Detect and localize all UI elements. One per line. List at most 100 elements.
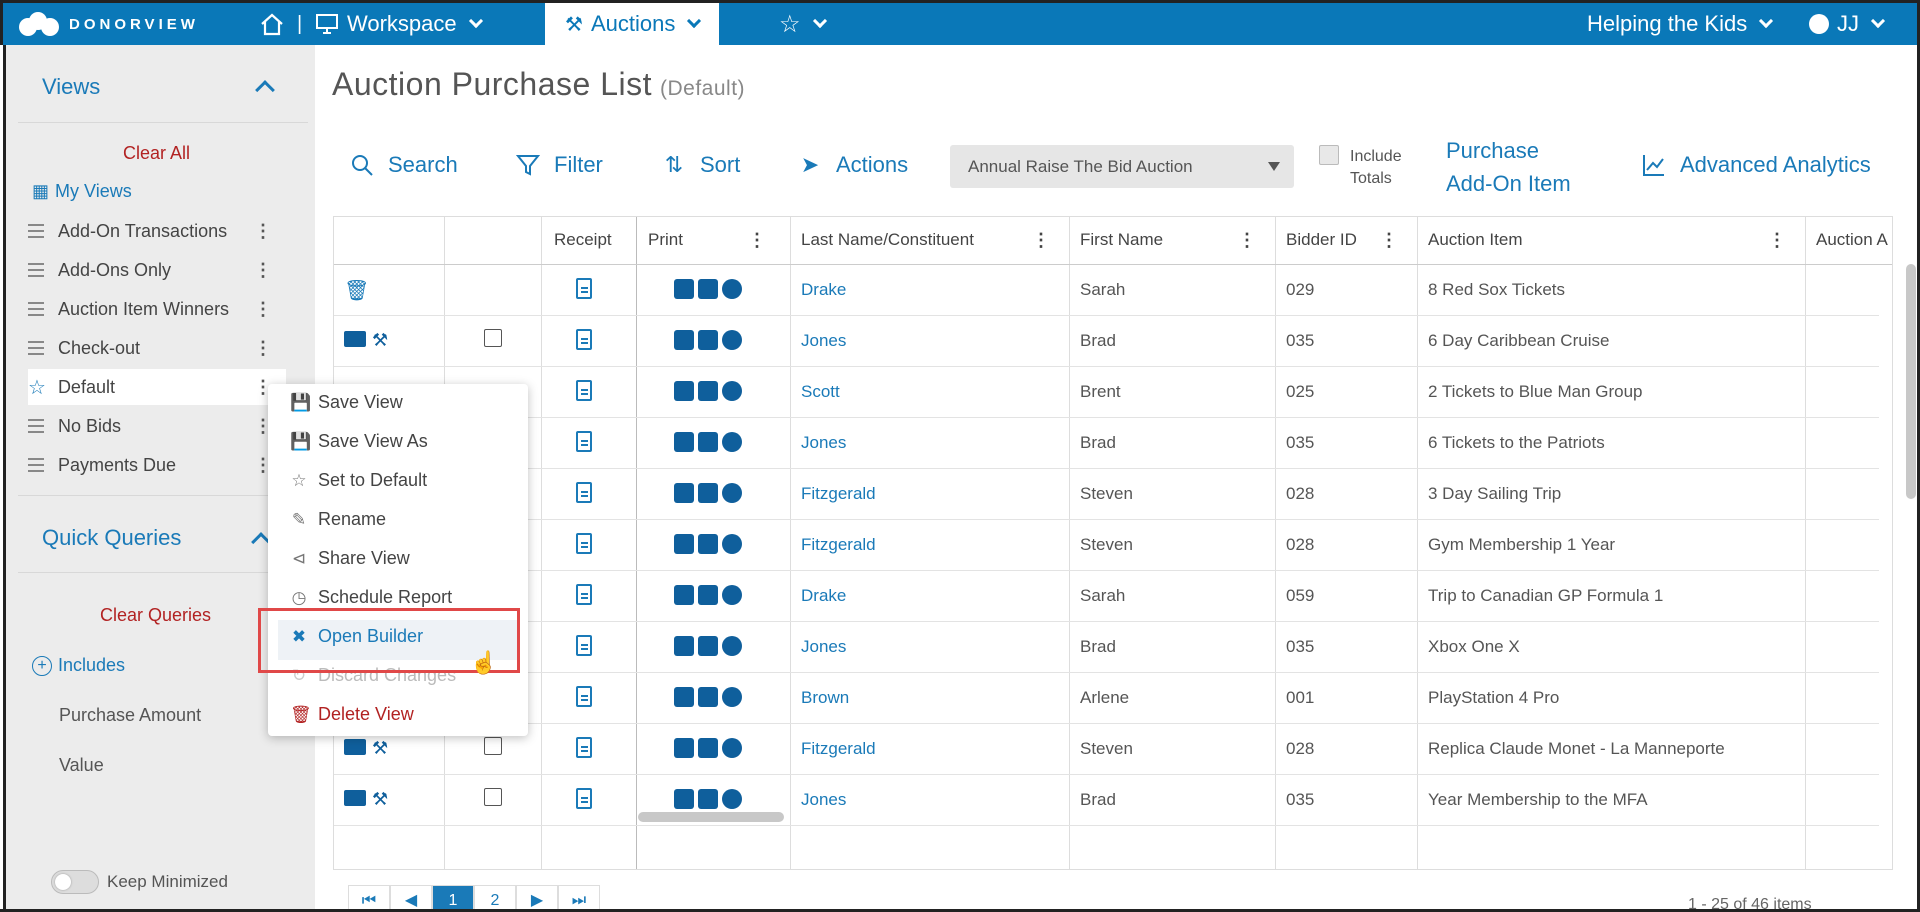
- drag-handle-icon[interactable]: [28, 341, 44, 355]
- includes-link[interactable]: + Includes: [32, 655, 125, 676]
- print-icons[interactable]: [674, 738, 742, 758]
- kebab-icon[interactable]: ⋮: [1768, 230, 1786, 251]
- receipt-icon[interactable]: [576, 380, 592, 401]
- kebab-icon[interactable]: ⋮: [254, 221, 272, 242]
- print-icons[interactable]: [674, 687, 742, 707]
- pdf-receipt-icon[interactable]: [576, 278, 592, 299]
- print-icons[interactable]: [674, 585, 742, 605]
- money-icon[interactable]: [344, 790, 366, 806]
- home-icon[interactable]: [259, 3, 285, 45]
- include-totals-checkbox[interactable]: [1319, 145, 1339, 165]
- badge-icon[interactable]: [722, 330, 742, 350]
- row-action-icons[interactable]: ⚒: [344, 790, 390, 808]
- newspaper-icon[interactable]: [698, 432, 718, 452]
- printer-icon[interactable]: [674, 381, 694, 401]
- keep-minimized-toggle[interactable]: [51, 870, 99, 894]
- printer-icon[interactable]: [674, 789, 694, 809]
- menu-share-view[interactable]: ⊲ Share View: [290, 548, 410, 569]
- drag-handle-icon[interactable]: [28, 458, 44, 472]
- kebab-icon[interactable]: ⋮: [254, 260, 272, 281]
- printer-icon[interactable]: [674, 687, 694, 707]
- row-action-icons[interactable]: ⚒: [344, 331, 390, 349]
- receipt-icon[interactable]: [576, 584, 592, 605]
- actions-button[interactable]: ➤ Actions: [798, 152, 908, 178]
- badge-icon[interactable]: [722, 789, 742, 809]
- printer-icon[interactable]: [674, 279, 694, 299]
- printer-icon[interactable]: [674, 585, 694, 605]
- receipt-icon[interactable]: [576, 788, 592, 809]
- user-menu[interactable]: JJ: [1809, 3, 1886, 45]
- menu-save-view-as[interactable]: 💾 Save View As: [290, 431, 428, 452]
- kebab-icon[interactable]: ⋮: [1380, 230, 1398, 251]
- printer-icon[interactable]: [674, 330, 694, 350]
- cell-last-name[interactable]: Jones: [801, 331, 846, 351]
- nav-favorites[interactable]: ☆: [779, 3, 827, 45]
- menu-rename[interactable]: ✎ Rename: [290, 509, 386, 530]
- newspaper-icon[interactable]: [698, 636, 718, 656]
- badge-icon[interactable]: [722, 534, 742, 554]
- table-row[interactable]: Scott Brent 025 2 Tickets to Blue Man Gr…: [334, 367, 1879, 418]
- first-page-icon[interactable]: ⏮: [348, 885, 390, 912]
- trash-icon[interactable]: 🗑: [344, 278, 369, 303]
- kebab-icon[interactable]: ⋮: [1238, 230, 1256, 251]
- drag-handle-icon[interactable]: [28, 224, 44, 238]
- menu-save-view[interactable]: 💾 Save View: [290, 392, 403, 413]
- print-icons[interactable]: [674, 381, 742, 401]
- print-icons[interactable]: [674, 483, 742, 503]
- table-row[interactable]: Jones Brad 035 6 Tickets to the Patriots: [334, 418, 1879, 469]
- header-receipt[interactable]: Receipt: [554, 230, 612, 250]
- receipt-icon[interactable]: [576, 635, 592, 656]
- receipt-icon[interactable]: [576, 686, 592, 707]
- receipt-icon[interactable]: [576, 482, 592, 503]
- printer-icon[interactable]: [674, 738, 694, 758]
- receipt-icon[interactable]: [576, 329, 592, 350]
- badge-icon[interactable]: [722, 585, 742, 605]
- purchase-add-on-link[interactable]: Purchase Add-On Item: [1446, 134, 1571, 200]
- drag-handle-icon[interactable]: [28, 419, 44, 433]
- newspaper-icon[interactable]: [698, 381, 718, 401]
- print-icons[interactable]: [674, 534, 742, 554]
- newspaper-icon[interactable]: [698, 279, 718, 299]
- print-icons[interactable]: [674, 432, 742, 452]
- badge-icon[interactable]: [722, 738, 742, 758]
- cell-last-name[interactable]: Fitzgerald: [801, 739, 876, 759]
- header-bidder-id[interactable]: Bidder ID: [1286, 230, 1357, 250]
- horizontal-scrollbar[interactable]: [638, 812, 784, 822]
- cell-last-name[interactable]: Drake: [801, 280, 846, 300]
- header-auction-item[interactable]: Auction Item: [1428, 230, 1523, 250]
- cell-last-name[interactable]: Jones: [801, 433, 846, 453]
- advanced-analytics-button[interactable]: Advanced Analytics: [1642, 152, 1871, 178]
- printer-icon[interactable]: [674, 483, 694, 503]
- kebab-icon[interactable]: ⋮: [1032, 230, 1050, 251]
- search-button[interactable]: Search: [350, 152, 458, 178]
- badge-icon[interactable]: [722, 381, 742, 401]
- view-check-out[interactable]: Check-out ⋮: [28, 330, 286, 366]
- newspaper-icon[interactable]: [698, 330, 718, 350]
- row-checkbox[interactable]: [484, 788, 502, 806]
- next-page-icon[interactable]: ▶: [516, 885, 558, 912]
- table-row[interactable]: Drake Sarah 059 Trip to Canadian GP Form…: [334, 571, 1879, 622]
- query-purchase-amount[interactable]: Purchase Amount: [59, 705, 201, 726]
- view-add-on-transactions[interactable]: Add-On Transactions ⋮: [28, 213, 286, 249]
- table-row[interactable]: Fitzgerald Steven 028 3 Day Sailing Trip: [334, 469, 1879, 520]
- printer-icon[interactable]: [674, 534, 694, 554]
- badge-icon[interactable]: [722, 483, 742, 503]
- view-payments-due[interactable]: Payments Due ⋮: [28, 447, 286, 483]
- header-print[interactable]: Print: [648, 230, 683, 250]
- gavel-icon[interactable]: ⚒: [372, 331, 390, 349]
- row-checkbox[interactable]: [484, 329, 502, 347]
- newspaper-icon[interactable]: [698, 789, 718, 809]
- menu-set-default[interactable]: ☆ Set to Default: [290, 470, 427, 491]
- gavel-icon[interactable]: ⚒: [372, 790, 390, 808]
- kebab-icon[interactable]: ⋮: [254, 338, 272, 359]
- auction-select[interactable]: Annual Raise The Bid Auction: [950, 145, 1294, 188]
- menu-schedule-report[interactable]: ◷ Schedule Report: [290, 587, 453, 608]
- cell-last-name[interactable]: Scott: [801, 382, 840, 402]
- last-page-icon[interactable]: ⏭: [558, 885, 600, 912]
- header-auction-amount[interactable]: Auction A: [1816, 230, 1888, 250]
- collapse-views-icon[interactable]: [255, 80, 275, 100]
- my-views-link[interactable]: ▦ My Views: [32, 181, 132, 202]
- money-icon[interactable]: [344, 739, 366, 755]
- badge-icon[interactable]: [722, 432, 742, 452]
- badge-icon[interactable]: [722, 687, 742, 707]
